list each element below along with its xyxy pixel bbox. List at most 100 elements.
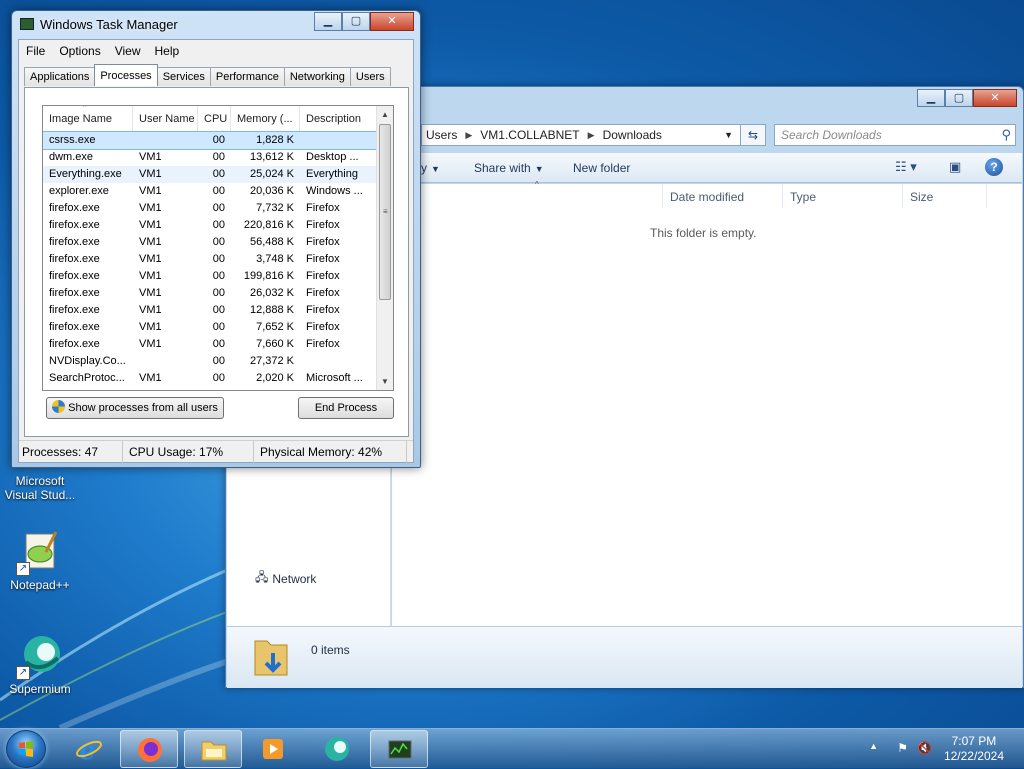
close-button[interactable]: ✕: [370, 12, 414, 31]
minimize-button[interactable]: ▁: [314, 12, 342, 31]
menu-view[interactable]: View: [108, 40, 148, 62]
clock[interactable]: 7:07 PM 12/22/2024: [944, 734, 1004, 764]
process-row[interactable]: firefox.exe VM1 00 26,032 K Firefox: [43, 285, 377, 302]
tab-performance[interactable]: Performance: [209, 67, 285, 86]
help-icon[interactable]: ?: [985, 158, 1003, 176]
process-cell-mem: 199,816 K: [243, 270, 294, 282]
process-row[interactable]: dwm.exe VM1 00 13,612 K Desktop ...: [43, 149, 377, 166]
process-cell-desc: Firefox: [306, 236, 340, 248]
status-processes: Processes: 47: [19, 441, 123, 463]
tab-services[interactable]: Services: [156, 67, 211, 86]
process-row[interactable]: SearchProtoc... VM1 00 2,020 K Microsoft ...: [43, 370, 377, 387]
process-row[interactable]: firefox.exe VM1 00 3,748 K Firefox: [43, 251, 377, 268]
scroll-up-icon[interactable]: ▲: [377, 106, 393, 123]
taskbar-task-manager[interactable]: [370, 730, 428, 768]
view-options-icon[interactable]: ☷ ▾: [895, 159, 917, 175]
process-row[interactable]: firefox.exe VM1 00 12,888 K Firefox: [43, 302, 377, 319]
process-cell-cpu: 00: [212, 355, 225, 367]
show-hidden-icons-icon[interactable]: ▲: [869, 741, 878, 751]
task-manager-icon: [388, 740, 412, 759]
organize-button[interactable]: y ▼: [421, 161, 440, 175]
process-cell-desc: Firefox: [306, 270, 340, 282]
column-divider[interactable]: [782, 184, 783, 208]
process-table-scrollbar[interactable]: ▲ ≡ ▼: [376, 106, 393, 390]
process-row[interactable]: csrss.exe 00 1,828 K: [43, 131, 378, 150]
scrollbar-thumb[interactable]: ≡: [379, 124, 391, 300]
process-row[interactable]: explorer.exe VM1 00 20,036 K Windows ...: [43, 183, 377, 200]
column-header-user-name[interactable]: User Name: [133, 106, 198, 132]
process-row[interactable]: NVDisplay.Co... 00 27,372 K: [43, 353, 377, 370]
breadcrumb-separator-icon[interactable]: ▶: [465, 130, 472, 141]
process-row[interactable]: firefox.exe VM1 00 7,652 K Firefox: [43, 319, 377, 336]
address-dropdown-icon[interactable]: ▼: [724, 130, 733, 140]
end-process-button[interactable]: End Process: [298, 397, 394, 419]
process-row[interactable]: Everything.exe VM1 00 25,024 K Everything: [43, 166, 377, 183]
tab-networking[interactable]: Networking: [283, 67, 351, 86]
process-cell-cpu: 00: [212, 372, 225, 384]
column-header-memory[interactable]: Memory (...: [231, 106, 300, 132]
breadcrumb-users[interactable]: Users: [426, 128, 457, 142]
address-bar[interactable]: Users ▶ VM1.COLLABNET ▶ Downloads ▼: [421, 124, 766, 146]
breadcrumb-vm1[interactable]: VM1.COLLABNET: [480, 128, 579, 142]
breadcrumb-separator-icon[interactable]: ▶: [588, 130, 595, 141]
process-row[interactable]: firefox.exe VM1 00 7,660 K Firefox: [43, 336, 377, 353]
window-title: Windows Task Manager: [40, 17, 178, 32]
column-header-size[interactable]: Size: [910, 190, 933, 204]
process-cell-mem: 220,816 K: [243, 219, 294, 231]
notepadpp-icon: ↗: [16, 528, 64, 576]
process-cell-mem: 2,020 K: [256, 372, 294, 384]
tab-users[interactable]: Users: [349, 67, 391, 86]
process-cell-desc: Firefox: [306, 287, 340, 299]
downloads-folder-icon: [254, 640, 288, 676]
refresh-button[interactable]: ⇆: [740, 124, 766, 146]
menu-file[interactable]: File: [19, 40, 52, 62]
desktop-icon-notepadpp[interactable]: ↗ Notepad++: [0, 528, 80, 592]
taskbar-firefox[interactable]: [120, 730, 178, 768]
process-cell-user: [133, 353, 198, 370]
new-folder-button[interactable]: New folder: [573, 161, 630, 175]
breadcrumb-downloads[interactable]: Downloads: [603, 128, 662, 142]
process-row[interactable]: firefox.exe VM1 00 56,488 K Firefox: [43, 234, 377, 251]
taskbar-explorer[interactable]: [184, 730, 242, 768]
column-divider[interactable]: [662, 184, 663, 208]
column-header-date-modified[interactable]: Date modified: [670, 190, 744, 204]
search-input[interactable]: Search Downloads ⚲: [774, 124, 1016, 146]
tab-processes[interactable]: Processes: [94, 64, 158, 86]
process-cell-name: firefox.exe: [49, 253, 100, 265]
close-button[interactable]: ✕: [973, 89, 1017, 107]
column-divider[interactable]: [902, 184, 903, 208]
process-row[interactable]: firefox.exe VM1 00 7,732 K Firefox: [43, 200, 377, 217]
sort-arrow-icon: ^: [535, 180, 539, 189]
taskbar-internet-explorer[interactable]: e: [60, 730, 118, 768]
column-divider[interactable]: [986, 184, 987, 208]
maximize-button[interactable]: ▢: [945, 89, 973, 107]
uac-shield-icon: [52, 400, 66, 413]
process-row[interactable]: firefox.exe VM1 00 220,816 K Firefox: [43, 217, 377, 234]
menu-help[interactable]: Help: [148, 40, 187, 62]
process-cell-cpu: 00: [212, 321, 225, 333]
windows-logo-icon: [19, 741, 33, 757]
taskbar-supermium[interactable]: [308, 730, 366, 768]
process-row[interactable]: firefox.exe VM1 00 199,816 K Firefox: [43, 268, 377, 285]
scroll-down-icon[interactable]: ▼: [377, 373, 393, 390]
desktop-icon-supermium[interactable]: ↗ Supermium: [0, 632, 80, 696]
column-header-type[interactable]: Type: [790, 190, 816, 204]
maximize-button[interactable]: ▢: [342, 12, 370, 31]
start-button[interactable]: [6, 730, 46, 768]
taskbar-media-player[interactable]: [244, 730, 302, 768]
minimize-button[interactable]: ▁: [917, 89, 945, 107]
file-list: me ^ Date modified Type Size This folder…: [392, 180, 1022, 626]
show-all-processes-button[interactable]: Show processes from all users: [46, 397, 224, 419]
column-header-description[interactable]: Description: [300, 106, 377, 132]
share-with-button[interactable]: Share with ▼: [474, 161, 544, 175]
tab-applications[interactable]: Applications: [24, 67, 96, 86]
column-header-cpu[interactable]: CPU: [198, 106, 231, 132]
column-header-image-name[interactable]: ^ Image Name: [43, 106, 133, 132]
nav-item-network[interactable]: 🖧 Network: [255, 568, 316, 589]
action-center-icon[interactable]: ⚑: [897, 741, 908, 755]
menu-options[interactable]: Options: [52, 40, 107, 62]
preview-pane-icon[interactable]: ▣: [949, 159, 961, 175]
desktop-icon-label: Visual Stud...: [4, 488, 76, 502]
volume-muted-icon[interactable]: 🔇: [917, 741, 932, 755]
desktop-icon-visual-studio[interactable]: Microsoft Visual Stud...: [0, 474, 80, 502]
